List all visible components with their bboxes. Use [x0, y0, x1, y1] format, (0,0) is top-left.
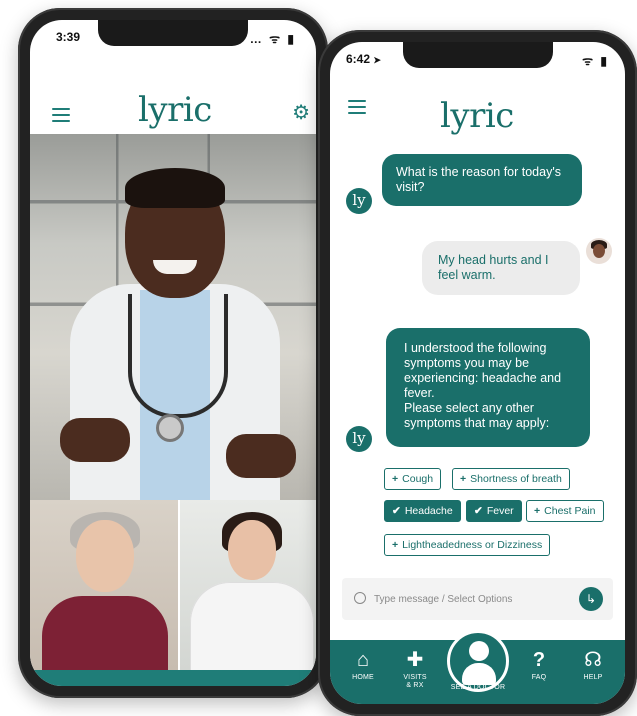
headset-icon: ☊: [584, 649, 602, 671]
symptom-chip-cough[interactable]: + Cough: [384, 468, 442, 490]
right-phone: 6:42 ➤ ᯤ ▮ lyric ly What is the reason f…: [318, 30, 637, 716]
video-call-main: [30, 134, 316, 500]
doctor-hand: [60, 418, 130, 462]
app-logo: lyric: [440, 96, 514, 136]
bottom-tab-bar: ⌂ HOME ✚ VISITS & RX SEE A DOCTOR ? FAQ …: [330, 630, 625, 704]
hamburger-icon[interactable]: [348, 100, 366, 114]
message-input[interactable]: [372, 588, 566, 610]
home-icon: ⌂: [356, 649, 370, 671]
bot-avatar: ly: [346, 188, 372, 214]
hamburger-icon[interactable]: [52, 108, 70, 122]
symptom-chip-fever[interactable]: ✔ Fever: [466, 500, 522, 522]
tab-label: HOME: [352, 674, 374, 681]
bot-message: I understood the following symptoms you …: [386, 328, 590, 447]
phone-notch: [402, 42, 553, 68]
tab-visits-rx[interactable]: ✚ VISITS & RX: [388, 648, 442, 690]
participant-video-tile[interactable]: [30, 500, 178, 670]
bot-message-line: I understood the following symptoms you …: [404, 341, 562, 400]
status-time: 6:42 ➤: [346, 52, 381, 66]
status-icons: ᯤ ▮: [582, 54, 609, 68]
message-composer: ↳: [342, 578, 613, 620]
user-avatar: [586, 238, 612, 264]
bot-message-line: Please select any other symptoms that ma…: [404, 401, 550, 430]
doctor-icon: [447, 630, 509, 692]
user-message: My head hurts and I feel warm.: [422, 241, 580, 295]
send-button[interactable]: ↳: [579, 587, 603, 611]
tab-label: VISITS & RX: [403, 674, 427, 689]
symptom-chip-chest-pain[interactable]: + Chest Pain: [526, 500, 604, 522]
tab-label: FAQ: [531, 674, 547, 681]
symptom-chip-headache[interactable]: ✔ Headache: [384, 500, 461, 522]
bot-avatar: ly: [346, 426, 372, 452]
left-phone: 3:39 … ᯤ ▮ lyric ⚙: [18, 8, 328, 698]
prescription-icon: ✚: [406, 649, 424, 671]
emoji-icon[interactable]: [354, 592, 366, 604]
tab-label: SEE A DOCTOR: [450, 684, 506, 691]
status-icons: … ᯤ ▮: [249, 32, 296, 46]
location-arrow-icon: ➤: [373, 55, 381, 65]
tab-label: HELP: [583, 674, 603, 681]
question-icon: ?: [532, 649, 546, 671]
gear-icon[interactable]: ⚙: [292, 100, 310, 125]
phone-notch: [98, 20, 248, 46]
app-logo: lyric: [138, 90, 212, 130]
symptom-chip-shortness-of-breath[interactable]: + Shortness of breath: [452, 468, 570, 490]
tab-help[interactable]: ☊ HELP: [566, 648, 620, 682]
tab-faq[interactable]: ? FAQ: [512, 648, 566, 682]
tab-home[interactable]: ⌂ HOME: [336, 648, 390, 682]
left-phone-screen: 3:39 … ᯤ ▮ lyric ⚙: [30, 20, 316, 686]
status-time: 3:39: [56, 30, 81, 44]
bot-message: What is the reason for today's visit?: [382, 154, 582, 206]
participant-video-tile[interactable]: [178, 500, 316, 670]
symptom-chip-lightheadedness[interactable]: + Lightheadedness or Dizziness: [384, 534, 551, 556]
doctor-hand: [226, 434, 296, 478]
bottom-bar: [30, 670, 316, 686]
right-phone-screen: 6:42 ➤ ᯤ ▮ lyric ly What is the reason f…: [330, 42, 625, 704]
